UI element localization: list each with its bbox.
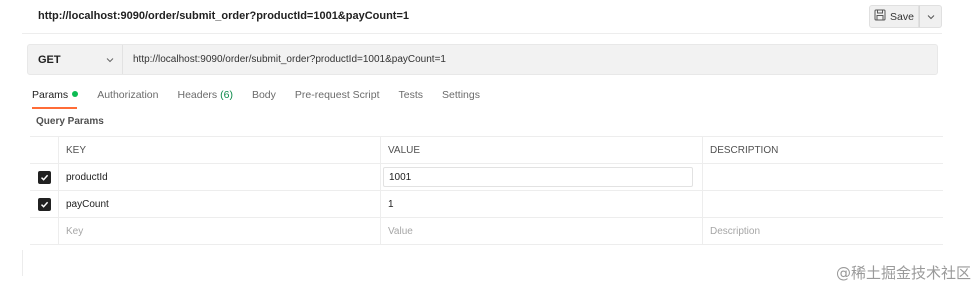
column-header-description: DESCRIPTION	[710, 144, 779, 156]
table-row: productId 1001	[30, 164, 943, 191]
table-header-row: KEY VALUE DESCRIPTION	[30, 137, 943, 164]
chevron-down-icon	[927, 11, 935, 23]
param-description-cell[interactable]	[703, 191, 943, 217]
new-key-input[interactable]: Key	[59, 218, 381, 244]
params-active-dot	[72, 91, 79, 97]
param-checkbox[interactable]	[37, 197, 51, 211]
watermark: @稀土掘金技术社区	[835, 264, 971, 282]
checkmark-icon	[40, 174, 48, 181]
param-value-input[interactable]: 1001	[383, 167, 693, 187]
query-params-heading: Query Params	[36, 116, 104, 127]
param-value: 1001	[389, 171, 412, 183]
param-value: 1	[388, 198, 394, 210]
table-row: payCount 1	[30, 191, 943, 218]
param-checkbox[interactable]	[37, 170, 51, 184]
request-tabs: Params Authorization Headers (6) Body Pr…	[32, 89, 499, 109]
tab-authorization[interactable]: Authorization	[97, 89, 158, 109]
save-button-group: Save	[869, 5, 942, 28]
param-key: payCount	[66, 198, 109, 210]
request-title[interactable]: http://localhost:9090/order/submit_order…	[38, 10, 409, 22]
new-description-input[interactable]: Description	[703, 218, 943, 244]
column-header-key: KEY	[59, 137, 381, 163]
save-icon	[874, 9, 886, 24]
tab-pre-request-script[interactable]: Pre-request Script	[295, 89, 380, 109]
request-titlebar: http://localhost:9090/order/submit_order…	[22, 0, 942, 34]
active-tab-indicator	[32, 107, 77, 109]
param-key-cell[interactable]: payCount	[59, 191, 381, 217]
tab-body[interactable]: Body	[252, 89, 276, 109]
method-label: GET	[38, 53, 61, 66]
tab-headers-label: Headers	[177, 89, 218, 101]
param-description-cell[interactable]	[703, 164, 943, 190]
table-row-new: Key Value Description	[30, 218, 943, 245]
save-options-button[interactable]	[919, 5, 942, 28]
param-key: productId	[66, 171, 108, 183]
row-checkbox-cell	[30, 164, 59, 190]
panel-border	[22, 250, 23, 276]
save-button[interactable]: Save	[869, 5, 919, 28]
headers-count: (6)	[220, 89, 233, 101]
row-checkbox-cell	[30, 218, 59, 244]
tab-params-label: Params	[32, 89, 69, 101]
url-input[interactable]: http://localhost:9090/order/submit_order…	[123, 54, 446, 65]
new-value-input[interactable]: Value	[381, 218, 703, 244]
tab-tests[interactable]: Tests	[399, 89, 424, 109]
tab-settings[interactable]: Settings	[442, 89, 480, 109]
request-bar: GET http://localhost:9090/order/submit_o…	[27, 44, 938, 75]
param-value-cell[interactable]: 1	[381, 191, 703, 217]
tab-headers[interactable]: Headers (6)	[177, 89, 232, 109]
tab-params[interactable]: Params	[32, 89, 79, 109]
param-value-cell: 1001	[381, 164, 703, 190]
param-key-cell[interactable]: productId	[59, 164, 381, 190]
method-select[interactable]: GET	[28, 45, 123, 74]
chevron-down-icon	[106, 54, 114, 66]
checkmark-icon	[40, 201, 48, 208]
column-header-value: VALUE	[381, 137, 703, 163]
row-checkbox-cell	[30, 191, 59, 217]
header-checkbox-cell	[30, 137, 59, 163]
save-label: Save	[890, 10, 914, 23]
params-table: KEY VALUE DESCRIPTION productId 1001 pay…	[30, 136, 943, 245]
